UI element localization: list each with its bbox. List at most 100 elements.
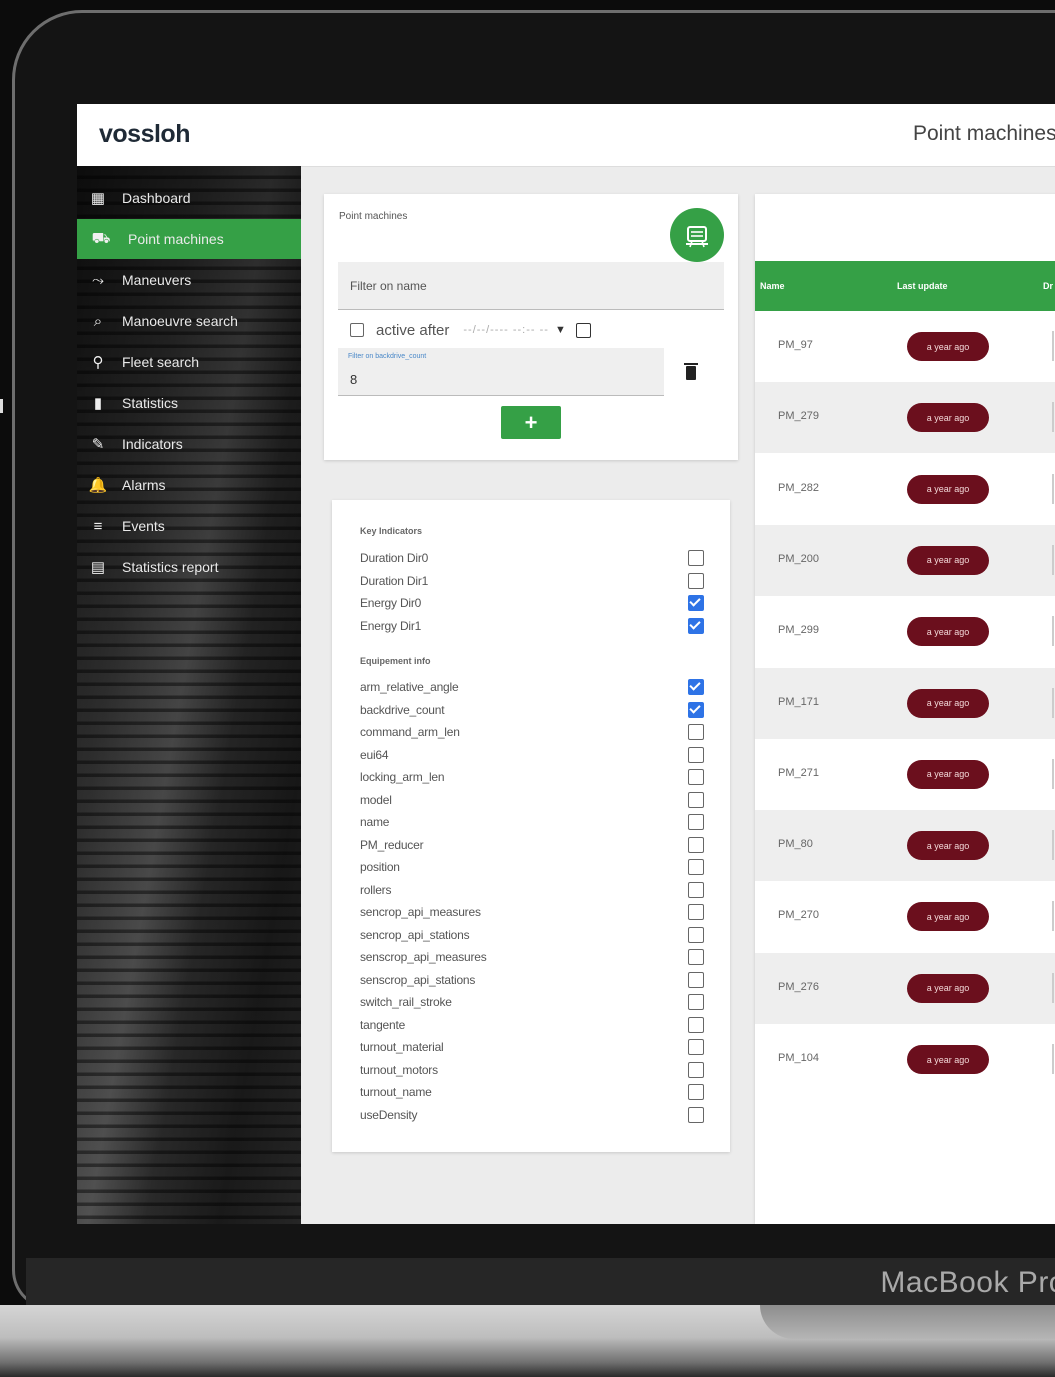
indicator-checkbox[interactable] <box>688 724 704 740</box>
sidebar-item-manoeuvre-search[interactable]: ⌕ Manoeuvre search <box>77 301 301 341</box>
indicator-label: arm_relative_angle <box>360 680 459 694</box>
indicator-label: Duration Dir0 <box>360 551 429 565</box>
indicator-checkbox[interactable] <box>688 769 704 785</box>
table-row[interactable]: PM_104 a year ago <box>755 1024 1055 1095</box>
table-row[interactable]: PM_270 a year ago <box>755 881 1055 952</box>
table-row[interactable]: PM_299 a year ago <box>755 596 1055 667</box>
sidebar-item-alarms[interactable]: 🔔 Alarms <box>77 465 301 505</box>
sidebar-item-maneuvers[interactable]: ⤳ Maneuvers <box>77 260 301 300</box>
indicator-checkbox[interactable] <box>688 1039 704 1055</box>
bar-chart-icon: ▮ <box>93 395 103 412</box>
indicator-checkbox[interactable] <box>688 859 704 875</box>
indicator-checkbox[interactable] <box>688 971 704 988</box>
name-filter-input[interactable] <box>338 262 724 310</box>
logo-text: vossloh <box>99 120 190 148</box>
indicator-checkbox[interactable] <box>688 949 704 965</box>
dr-cell-edge <box>1052 544 1054 575</box>
sidebar-item-statistics[interactable]: ▮ Statistics <box>77 383 301 423</box>
sidebar-item-fleet-search[interactable]: ⚲ Fleet search <box>77 342 301 382</box>
table-row[interactable]: PM_279 a year ago <box>755 382 1055 454</box>
indicator-checkbox[interactable] <box>688 836 704 853</box>
machine-name-cell: PM_97 <box>778 339 813 351</box>
indicator-row: Duration Dir0 <box>360 548 704 568</box>
indicator-checkbox[interactable] <box>688 617 704 634</box>
indicator-label: useDensity <box>360 1107 418 1122</box>
sidebar: ▦ Dashboard ⛟ Point machines ⤳ Maneuvers ⌕ Mano… <box>77 166 301 1224</box>
dr-cell-edge <box>1052 402 1054 433</box>
last-update-badge: a year ago <box>907 332 989 361</box>
table-row[interactable]: PM_80 a year ago <box>755 810 1055 882</box>
dr-cell-edge <box>1052 331 1054 361</box>
sidebar-item-label: Fleet search <box>122 354 200 370</box>
top-bar: vossloh Point machines <box>77 104 1055 167</box>
indicator-checkbox[interactable] <box>688 746 704 763</box>
indicator-row: sencrop_api_measures <box>360 902 704 922</box>
sidebar-item-statistics-report[interactable]: ▤ Statistics report <box>77 547 301 587</box>
backdrive-filter-field[interactable]: Filter on backdrive_count 8 <box>338 348 664 396</box>
app-logo[interactable]: vossloh <box>99 120 190 149</box>
table-row[interactable]: PM_97 a year ago <box>755 311 1055 382</box>
indicator-checkbox[interactable] <box>688 1061 704 1078</box>
table-row[interactable]: PM_171 a year ago <box>755 667 1055 739</box>
add-filter-button[interactable]: + <box>501 406 561 439</box>
indicator-checkbox[interactable] <box>688 1106 704 1123</box>
indicator-label: Energy Dir0 <box>360 596 422 610</box>
train-icon: ⛟ <box>91 229 111 247</box>
indicator-row: PM_reducer <box>360 835 704 855</box>
indicator-checkbox[interactable] <box>688 814 704 830</box>
table-row[interactable]: PM_276 a year ago <box>755 952 1055 1024</box>
trash-icon[interactable] <box>684 363 698 380</box>
indicator-label: senscrop_api_measures <box>360 950 487 964</box>
dr-cell-edge <box>1052 830 1054 861</box>
indicator-checkbox[interactable] <box>688 1016 704 1033</box>
indicator-checkbox[interactable] <box>688 550 704 566</box>
backdrive-filter-value: 8 <box>350 372 358 387</box>
active-after-date-input[interactable]: --/--/---- --:-- -- <box>463 324 549 336</box>
sidebar-item-dashboard[interactable]: ▦ Dashboard <box>77 178 301 218</box>
indicator-label: Duration Dir1 <box>360 573 429 588</box>
column-header-dr[interactable]: Dr <box>1043 281 1053 291</box>
active-after-label: active after <box>376 321 450 339</box>
active-after-checkbox[interactable] <box>350 323 364 337</box>
chevron-down-icon[interactable]: ▼ <box>555 324 566 336</box>
point-machine-icon[interactable] <box>670 208 724 262</box>
active-after-row: active after --/--/---- --:-- -- ▼ <box>350 318 591 342</box>
indicator-checkbox[interactable] <box>688 994 704 1010</box>
column-header-name[interactable]: Name <box>760 281 785 291</box>
indicator-row: Duration Dir1 <box>360 571 704 591</box>
table-row[interactable]: PM_271 a year ago <box>755 739 1055 810</box>
last-update-badge: a year ago <box>907 617 989 647</box>
indicator-checkbox[interactable] <box>688 926 704 943</box>
indicator-label: PM_reducer <box>360 837 424 852</box>
indicator-checkbox[interactable] <box>688 1084 704 1100</box>
indicator-checkbox[interactable] <box>688 679 704 695</box>
table-row[interactable]: PM_200 a year ago <box>755 524 1055 596</box>
last-update-badge: a year ago <box>907 688 989 718</box>
indicator-checkbox[interactable] <box>688 701 704 718</box>
sidebar-item-point-machines[interactable]: ⛟ Point machines <box>77 219 301 259</box>
indicator-label: name <box>360 815 390 829</box>
column-header-last-update[interactable]: Last update <box>897 281 948 291</box>
sidebar-item-events[interactable]: ≡ Events <box>77 506 301 546</box>
device-label: MacBook Pro <box>880 1266 1055 1299</box>
laptop-notch <box>760 1305 1055 1339</box>
calendar-icon[interactable] <box>575 322 591 338</box>
sidebar-item-indicators[interactable]: ✎ Indicators <box>77 424 301 464</box>
machine-name-cell: PM_270 <box>778 909 819 922</box>
table-header: Name Last update Dr <box>755 261 1055 311</box>
dr-cell-edge <box>1052 758 1054 789</box>
sidebar-item-label: Dashboard <box>122 190 191 206</box>
indicator-checkbox[interactable] <box>688 572 704 589</box>
indicator-label: sencrop_api_measures <box>360 905 481 919</box>
table-row[interactable]: PM_282 a year ago <box>755 454 1055 525</box>
indicator-checkbox[interactable] <box>688 791 704 808</box>
machine-name-cell: PM_271 <box>778 766 819 779</box>
indicator-checkbox[interactable] <box>688 881 704 898</box>
dr-cell-edge <box>1052 972 1054 1003</box>
indicator-checkbox[interactable] <box>688 595 704 611</box>
indicator-label: eui64 <box>360 747 389 762</box>
filter-panel: Point machines active after --/--/---- -… <box>324 194 738 460</box>
dr-cell-edge <box>1052 616 1054 647</box>
indicator-checkbox[interactable] <box>688 904 704 920</box>
app-screen: vossloh Point machines ▦ Dashboard ⛟ Point … <box>77 104 1055 1224</box>
